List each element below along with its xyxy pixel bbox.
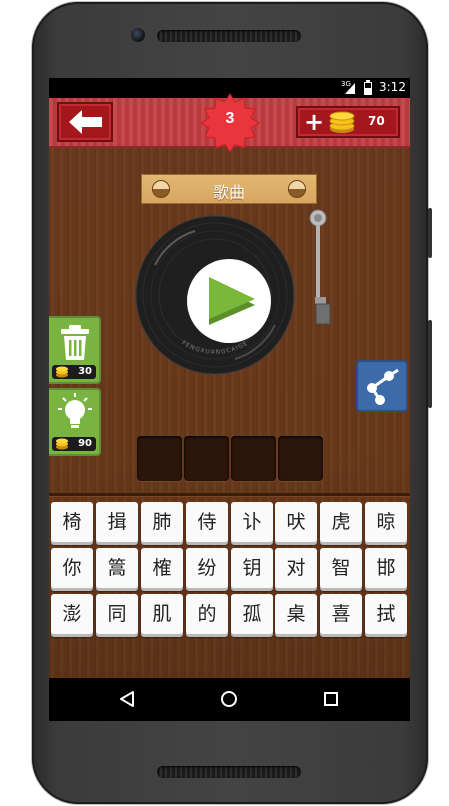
hint-cost-value: 90 xyxy=(78,438,92,449)
back-arrow-icon xyxy=(69,110,102,134)
lightbulb-icon xyxy=(58,393,92,428)
coin-count: 70 xyxy=(368,114,385,128)
letter-key[interactable]: 拭 xyxy=(365,594,407,634)
front-camera xyxy=(131,28,145,42)
play-icon xyxy=(209,277,255,325)
letter-key[interactable]: 吠 xyxy=(275,502,317,542)
back-button[interactable] xyxy=(57,102,113,142)
power-button xyxy=(428,208,432,258)
top-speaker xyxy=(157,30,301,42)
letter-key[interactable]: 喜 xyxy=(320,594,362,634)
hint-button[interactable]: 90 xyxy=(49,388,101,456)
hint-cost: 90 xyxy=(52,437,96,451)
divider xyxy=(49,493,410,496)
signal-icon xyxy=(345,83,355,94)
trash-icon xyxy=(61,325,89,360)
category-label: 歌曲 xyxy=(212,183,245,202)
remove-letters-button[interactable]: 30 xyxy=(49,316,101,384)
letter-key[interactable]: 揖 xyxy=(96,502,138,542)
letter-key[interactable]: 同 xyxy=(96,594,138,634)
answer-slot-3[interactable] xyxy=(231,436,276,481)
letter-key[interactable]: 的 xyxy=(186,594,228,634)
nav-recents-icon[interactable] xyxy=(321,689,341,709)
volume-button xyxy=(428,320,432,408)
answer-slot-4[interactable] xyxy=(278,436,323,481)
share-button[interactable] xyxy=(356,360,408,412)
coin-stack-icon xyxy=(56,438,68,450)
battery-icon xyxy=(364,80,372,95)
letter-key[interactable]: 侍 xyxy=(186,502,228,542)
letter-key[interactable]: 篙 xyxy=(96,548,138,588)
letter-key[interactable]: 榷 xyxy=(141,548,183,588)
letter-key[interactable]: 孤 xyxy=(231,594,273,634)
level-number: 3 xyxy=(225,110,235,127)
letter-key[interactable]: 澎 xyxy=(51,594,93,634)
nav-back-icon[interactable] xyxy=(117,689,137,709)
remove-cost-value: 30 xyxy=(78,366,92,377)
navigation-bar xyxy=(49,678,410,721)
remove-cost: 30 xyxy=(52,365,96,379)
letter-key[interactable]: 桌 xyxy=(275,594,317,634)
coin-stack-icon xyxy=(329,111,355,133)
letter-key[interactable]: 椅 xyxy=(51,502,93,542)
coin-counter-button[interactable]: + 70 xyxy=(296,106,400,138)
letter-key[interactable]: 智 xyxy=(320,548,362,588)
tonearm xyxy=(309,209,331,325)
share-icon xyxy=(367,368,399,405)
letter-key[interactable]: 邯 xyxy=(365,548,407,588)
letter-key[interactable]: 讣 xyxy=(231,502,273,542)
game-area: 3 + 70 歌曲 FENGXUANGCAIGE 30 90 椅 揖 肺 侍 讣… xyxy=(49,93,410,678)
letter-key[interactable]: 肺 xyxy=(141,502,183,542)
plus-icon: + xyxy=(304,108,325,136)
answer-slot-1[interactable] xyxy=(137,436,182,481)
screen: 3G 3:12 3 + 70 歌曲 FENGXUANGCAIGE 30 90 椅… xyxy=(49,78,410,721)
clock: 3:12 xyxy=(379,80,406,94)
letter-key[interactable]: 肌 xyxy=(141,594,183,634)
nav-home-icon[interactable] xyxy=(219,689,239,709)
letter-key[interactable]: 钥 xyxy=(231,548,273,588)
letter-key[interactable]: 虎 xyxy=(320,502,362,542)
letter-key[interactable]: 纷 xyxy=(186,548,228,588)
letter-key[interactable]: 晾 xyxy=(365,502,407,542)
bottom-speaker xyxy=(157,766,301,778)
answer-slot-2[interactable] xyxy=(184,436,229,481)
category-plank: 歌曲 xyxy=(141,174,317,204)
header-bar: 3 + 70 xyxy=(49,93,410,153)
coin-stack-icon xyxy=(56,366,68,378)
letter-key[interactable]: 你 xyxy=(51,548,93,588)
letter-key[interactable]: 对 xyxy=(275,548,317,588)
play-button[interactable] xyxy=(187,259,271,343)
